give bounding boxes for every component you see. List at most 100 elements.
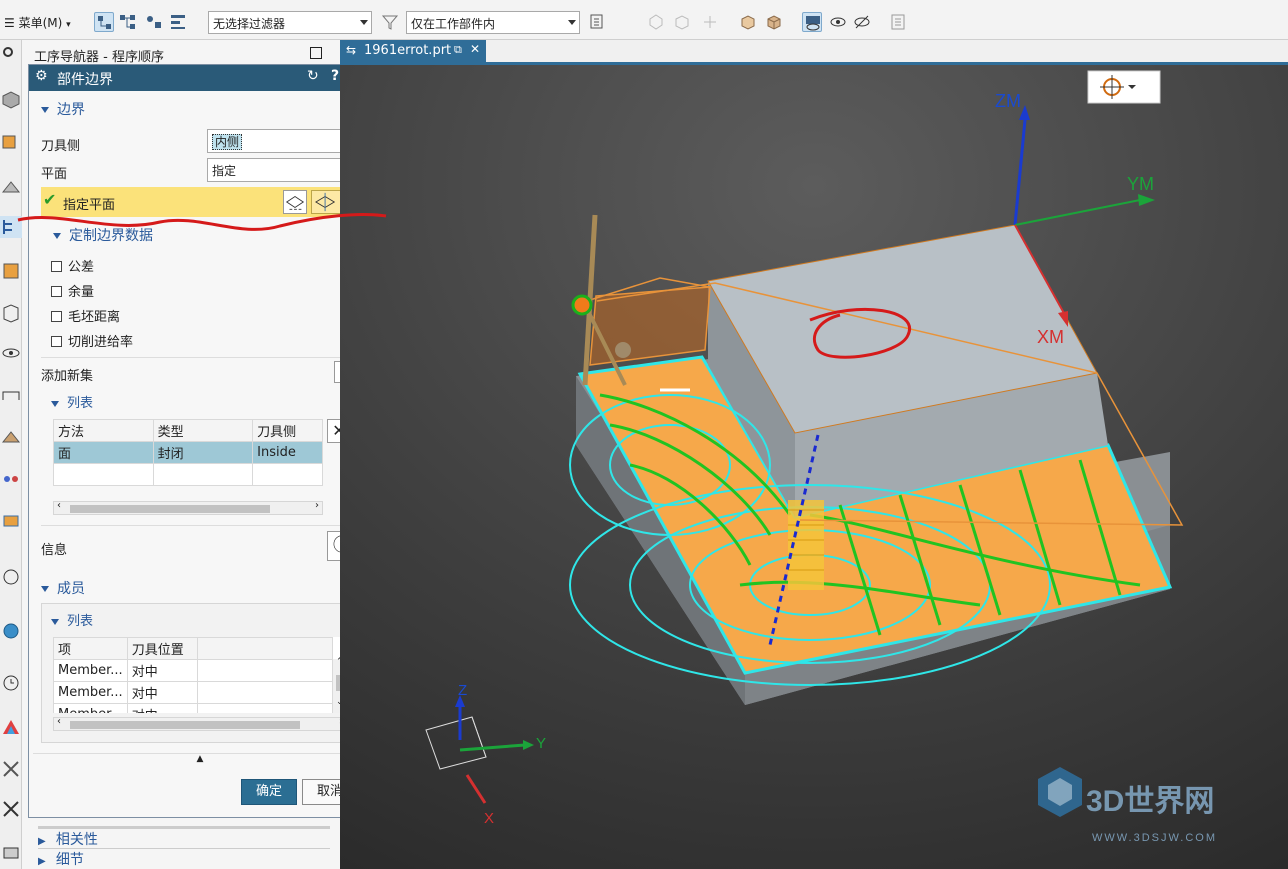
scroll-right-icon[interactable]: › xyxy=(315,500,319,511)
component-icon[interactable] xyxy=(764,12,784,32)
scroll-left-icon[interactable]: ‹ xyxy=(57,500,61,511)
cut-feed-rate-label: 切削进给率 xyxy=(68,335,134,350)
snap-icon[interactable] xyxy=(588,12,608,32)
globe-icon[interactable] xyxy=(0,620,22,642)
web-icon[interactable] xyxy=(0,566,22,588)
table-row[interactable] xyxy=(53,463,323,486)
tools-icon[interactable] xyxy=(0,798,22,820)
tab-label: 1961errot.prt xyxy=(364,43,452,58)
blank-distance-checkbox[interactable]: 毛坯距离 xyxy=(51,306,120,325)
gear-icon[interactable] xyxy=(0,42,22,64)
table-cell: Member... xyxy=(53,659,128,682)
table-row[interactable]: Member...对中 xyxy=(53,681,334,704)
details-section[interactable]: ▶ 细节 xyxy=(38,848,330,868)
kinematics-icon[interactable] xyxy=(0,468,22,490)
column-header[interactable]: 项 xyxy=(53,637,128,660)
table-row[interactable]: Member...对中 xyxy=(53,703,334,713)
plane-label: 平面 xyxy=(41,167,68,182)
view-orientation-widget[interactable] xyxy=(1087,70,1161,104)
table-cell: 对中 xyxy=(126,659,198,682)
horizontal-scrollbar[interactable]: ‹ › xyxy=(53,500,323,515)
navigator-title: 工序导航器 - 程序顺序 xyxy=(34,50,164,65)
assembly-icon[interactable] xyxy=(0,132,22,154)
table-cell xyxy=(53,463,154,486)
clock-icon[interactable] xyxy=(0,672,22,694)
plane-select[interactable]: 指定 xyxy=(207,158,357,182)
part-file-tab[interactable]: ⇆ 1961errot.prt ⧉ ✕ xyxy=(340,40,486,64)
collapse-icon xyxy=(41,586,49,592)
watermark-title: 3D世界网 xyxy=(1086,785,1214,818)
geometry-view-icon[interactable] xyxy=(144,12,164,32)
relations-section[interactable]: ▶ 相关性 xyxy=(38,826,330,848)
column-header[interactable]: 类型 xyxy=(152,419,254,442)
axis-ym-label: YM xyxy=(1127,174,1154,194)
table-cell xyxy=(252,463,323,486)
cube-outline-icon[interactable] xyxy=(672,12,692,32)
reuse-library-icon[interactable] xyxy=(0,302,22,324)
scrollbar-thumb[interactable] xyxy=(70,721,300,729)
material-icon[interactable] xyxy=(0,510,22,532)
selection-filter-value: 无选择过滤器 xyxy=(213,17,286,31)
list-section-header[interactable]: 列表 xyxy=(51,392,93,411)
selection-filter-combo[interactable]: 无选择过滤器 xyxy=(208,11,372,34)
table-row[interactable]: Member...对中 xyxy=(53,659,334,682)
roles-icon[interactable] xyxy=(0,758,22,780)
scrollbar-thumb[interactable] xyxy=(70,505,270,513)
column-header[interactable]: 刀具侧 xyxy=(252,419,323,442)
machine-tool-icon[interactable] xyxy=(0,260,22,282)
fixture-icon[interactable] xyxy=(0,426,22,448)
method-view-icon[interactable] xyxy=(168,12,188,32)
filter-icon[interactable] xyxy=(380,12,400,32)
ok-button[interactable]: 确定 xyxy=(241,779,297,805)
part-icon[interactable] xyxy=(0,88,22,110)
divider xyxy=(41,525,359,526)
mcs-icon[interactable] xyxy=(802,12,822,32)
graphics-viewport[interactable]: ZM YM XM Z Y X 3D世界网 WWW.3DSJW.COM xyxy=(340,65,1288,869)
members-section-header[interactable]: 成员 xyxy=(41,578,85,598)
history-icon[interactable] xyxy=(0,384,22,406)
help-icon[interactable]: ? xyxy=(331,68,339,84)
cut-feed-rate-checkbox[interactable]: 切削进给率 xyxy=(51,331,133,350)
add-new-set-label: 添加新集 xyxy=(41,369,94,384)
checkbox-box xyxy=(51,311,62,322)
tool-side-select[interactable]: 内侧 xyxy=(207,129,357,153)
hexagon-icon[interactable] xyxy=(646,12,666,32)
document-icon[interactable] xyxy=(888,12,908,32)
eye-icon[interactable] xyxy=(828,12,848,32)
table-row[interactable]: 面 封闭 Inside xyxy=(53,441,323,464)
triad-x-label: X xyxy=(484,810,494,827)
horizontal-scrollbar[interactable]: ‹ › xyxy=(53,716,347,731)
reset-icon[interactable]: ↻ xyxy=(307,68,319,84)
boundary-section-header[interactable]: 边界 xyxy=(41,99,85,119)
stock-checkbox[interactable]: 余量 xyxy=(51,281,94,300)
point-icon[interactable] xyxy=(700,12,720,32)
checkbox-box xyxy=(51,261,62,272)
pop-out-icon[interactable]: ⧉ xyxy=(454,43,462,57)
close-icon[interactable]: ✕ xyxy=(470,42,480,56)
menu-icon: ☰ xyxy=(4,16,15,30)
part-boundary-dialog: ⚙ 部件边界 ↻ ? ✕ 边界 刀具侧 内侧 平面 指定 ✔ 指定平面 ▾ 定制… xyxy=(28,64,374,818)
collapse-bar[interactable]: ▲ xyxy=(33,753,367,767)
selection-icon[interactable] xyxy=(94,12,114,32)
solid-body-icon[interactable] xyxy=(738,12,758,32)
hide-icon[interactable] xyxy=(852,12,872,32)
selection-scope-combo[interactable]: 仅在工作部件内 xyxy=(406,11,580,34)
tolerance-checkbox[interactable]: 公差 xyxy=(51,256,94,275)
print-icon[interactable] xyxy=(0,842,22,864)
column-header[interactable]: 刀具位置 xyxy=(126,637,198,660)
maximize-icon[interactable] xyxy=(310,47,322,59)
boundary-section-title: 边界 xyxy=(57,102,85,118)
constraint-icon[interactable] xyxy=(0,176,22,198)
boundary-list-table: 方法 类型 刀具侧 面 封闭 Inside xyxy=(53,419,323,486)
axis-zm-label: ZM xyxy=(995,91,1021,111)
navigator-header: 工序导航器 - 程序顺序 xyxy=(28,44,328,65)
scroll-left-icon[interactable]: ‹ xyxy=(57,716,61,727)
menu-button[interactable]: ☰ 菜单(M) ▾ xyxy=(4,14,71,31)
red-annotation-underline xyxy=(17,212,387,231)
members-list-header[interactable]: 列表 xyxy=(51,610,93,629)
hierarchy-icon[interactable] xyxy=(118,12,138,32)
column-header[interactable]: 方法 xyxy=(53,419,154,442)
palette-icon[interactable] xyxy=(0,716,22,738)
view-icon[interactable] xyxy=(0,342,22,364)
table-cell: Member... xyxy=(53,703,128,713)
